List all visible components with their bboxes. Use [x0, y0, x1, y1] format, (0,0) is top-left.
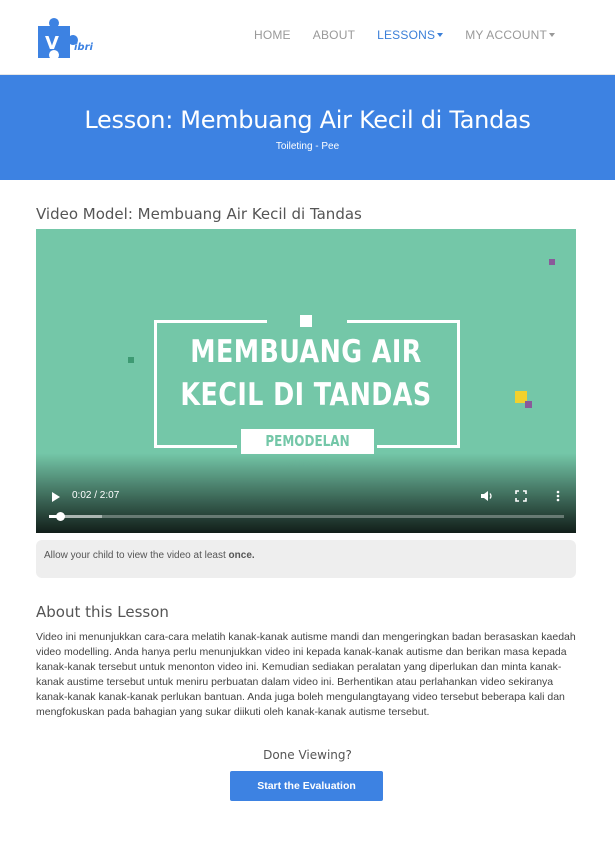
video-heading: Video Model: Membuang Air Kecil di Tanda… — [36, 205, 362, 223]
caret-down-icon — [549, 33, 555, 37]
svg-text:V: V — [45, 33, 59, 54]
video-time: 0:02 / 2:07 — [72, 490, 120, 501]
decor-square-purple-small — [525, 401, 532, 408]
main-nav: HOME ABOUT LESSONS MY ACCOUNT — [232, 28, 555, 42]
nav-lessons[interactable]: LESSONS — [377, 28, 444, 42]
video-title-line-2: KECIL DI TANDAS — [180, 377, 432, 413]
navbar: V ibri HOME ABOUT LESSONS MY ACCOUNT — [0, 0, 615, 75]
video-tag: PEMODELAN VIDEO — [241, 429, 374, 475]
nav-about[interactable]: ABOUT — [313, 28, 355, 42]
viewing-note: Allow your child to view the video at le… — [36, 540, 576, 578]
play-icon[interactable] — [52, 492, 60, 502]
svg-text:ibri: ibri — [74, 42, 94, 53]
nav-my-account[interactable]: MY ACCOUNT — [465, 28, 555, 42]
nav-lessons-label: LESSONS — [377, 28, 436, 42]
video-player[interactable]: MEMBUANG AIR KECIL DI TANDAS PEMODELAN V… — [36, 229, 576, 533]
about-body: Video ini menunjukkan cara-cara melatih … — [36, 631, 576, 718]
lesson-banner: Lesson: Membuang Air Kecil di Tandas Toi… — [0, 75, 615, 180]
frame-knob — [300, 315, 312, 327]
video-title-line-1: MEMBUANG AIR — [190, 334, 422, 370]
puzzle-logo-icon: V ibri — [38, 18, 94, 58]
site-logo[interactable]: V ibri — [36, 16, 98, 62]
fullscreen-icon[interactable] — [515, 490, 527, 502]
done-viewing-label: Done Viewing? — [263, 748, 352, 762]
start-evaluation-button[interactable]: Start the Evaluation — [230, 771, 383, 801]
page-title: Lesson: Membuang Air Kecil di Tandas — [84, 106, 531, 134]
about-heading: About this Lesson — [36, 603, 169, 621]
decor-square-purple — [549, 259, 555, 265]
caret-down-icon — [437, 33, 444, 37]
lesson-category: Toileting - Pee — [275, 141, 340, 152]
viewing-note-text: Allow your child to view the video at le… — [44, 550, 229, 561]
decor-square-green — [128, 357, 134, 363]
video-progress-bar[interactable] — [49, 512, 564, 521]
nav-home[interactable]: HOME — [254, 28, 291, 42]
viewing-note-emphasis: once. — [228, 550, 255, 561]
video-controls: 0:02 / 2:07 — [36, 484, 576, 524]
volume-icon[interactable] — [480, 490, 494, 502]
nav-my-account-label: MY ACCOUNT — [465, 28, 547, 42]
more-options-icon[interactable] — [555, 490, 561, 502]
video-scrubber-handle[interactable] — [56, 512, 65, 521]
